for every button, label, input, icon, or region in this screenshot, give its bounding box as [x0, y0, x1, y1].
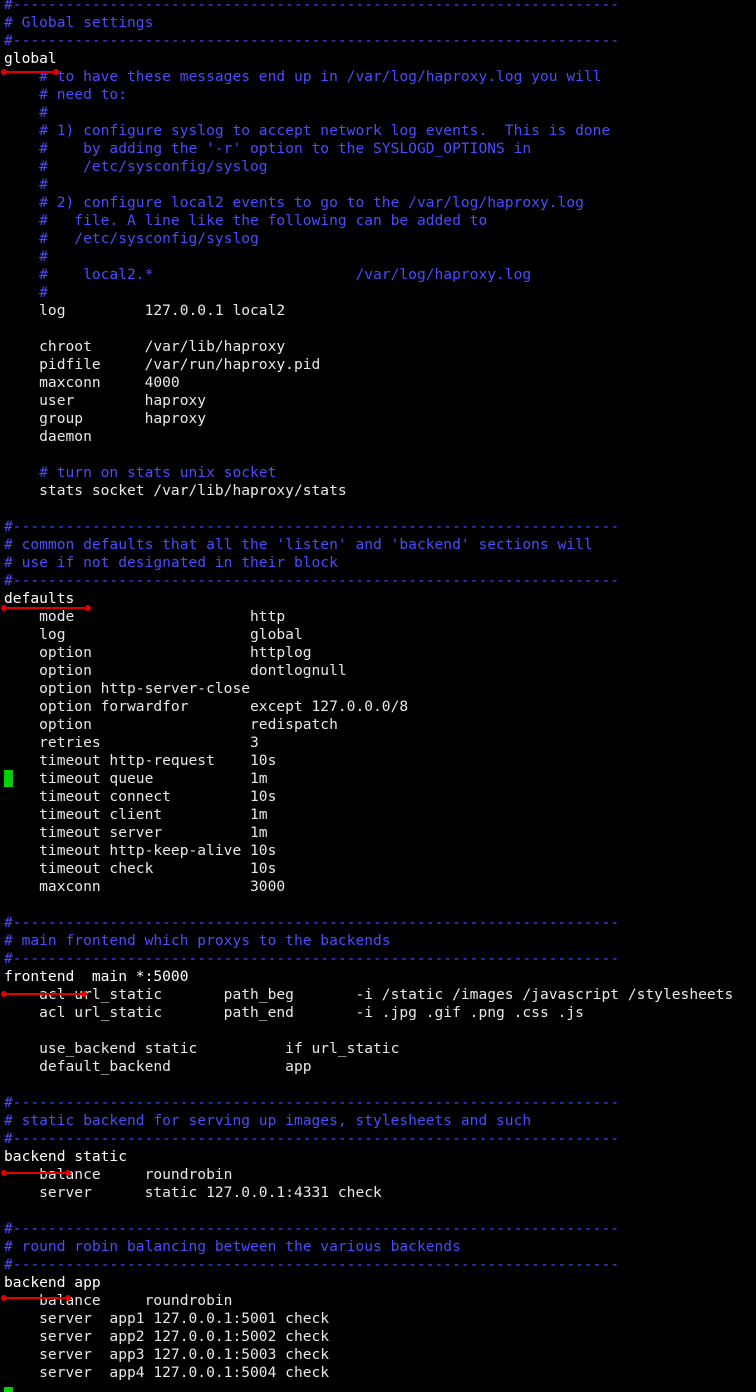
cursor-block: [4, 770, 13, 787]
comment-line: # file. A line like the following can be…: [4, 212, 488, 229]
config-line: mode http: [4, 608, 286, 625]
config-line: use_backend static if url_static: [4, 1040, 400, 1057]
section-header-line: backend static: [4, 1148, 128, 1165]
terminal-text-area[interactable]: #---------------------------------------…: [4, 0, 756, 1382]
comment-line: #: [4, 176, 48, 193]
config-line: timeout client 1m: [4, 806, 268, 823]
config-line: stats socket /var/lib/haproxy/stats: [4, 482, 347, 499]
config-line: option redispatch: [4, 716, 338, 733]
comment-line: #---------------------------------------…: [4, 32, 620, 49]
comment-line: #---------------------------------------…: [4, 0, 620, 13]
comment-line: # common defaults that all the 'listen' …: [4, 536, 593, 553]
config-line: [4, 896, 756, 914]
annotation-underline-defaults: [1, 605, 91, 611]
comment-line: # 1) configure syslog to accept network …: [4, 122, 611, 139]
comment-line: # main frontend which proxys to the back…: [4, 932, 391, 949]
config-line: timeout http-request 10s: [4, 752, 277, 769]
config-line: pidfile /var/run/haproxy.pid: [4, 356, 321, 373]
comment-line: # need to:: [4, 86, 128, 103]
config-line: log global: [4, 626, 303, 643]
config-line: balance roundrobin: [4, 1292, 233, 1309]
config-line: balance roundrobin: [4, 1166, 233, 1183]
config-line: user haproxy: [4, 392, 207, 409]
section-header-line: frontend main *:5000: [4, 968, 189, 985]
config-line: default_backend app: [4, 1058, 312, 1075]
config-line: option httplog: [4, 644, 312, 661]
comment-line: # 2) configure local2 events to go to th…: [4, 194, 584, 211]
comment-line: #: [4, 284, 48, 301]
config-line: [4, 320, 756, 338]
config-line: group haproxy: [4, 410, 207, 427]
config-line: chroot /var/lib/haproxy: [4, 338, 286, 355]
config-line: timeout check 10s: [4, 860, 277, 877]
comment-line: #: [4, 248, 48, 265]
config-line: acl url_static path_end -i .jpg .gif .pn…: [4, 1004, 584, 1021]
config-line: maxconn 3000: [4, 878, 286, 895]
comment-line: # local2.* /var/log/haproxy.log: [4, 266, 532, 283]
comment-line: #---------------------------------------…: [4, 1256, 620, 1273]
comment-line: #---------------------------------------…: [4, 572, 620, 589]
comment-line: #---------------------------------------…: [4, 1130, 620, 1147]
config-line: timeout server 1m: [4, 824, 268, 841]
config-line: [4, 1076, 756, 1094]
comment-line: #---------------------------------------…: [4, 950, 620, 967]
comment-line: # Global settings: [4, 14, 154, 31]
comment-line: #---------------------------------------…: [4, 914, 620, 931]
config-line: acl url_static path_beg -i /static /imag…: [4, 986, 734, 1003]
config-line: retries 3: [4, 734, 259, 751]
config-line: daemon: [4, 428, 92, 445]
comment-line: # round robin balancing between the vari…: [4, 1238, 461, 1255]
annotation-underline-frontend: [1, 991, 87, 997]
config-line: server app4 127.0.0.1:5004 check: [4, 1364, 330, 1381]
config-line: [4, 1202, 756, 1220]
cursor-block-bottom: [4, 1387, 13, 1392]
config-line: option forwardfor except 127.0.0.0/8: [4, 698, 409, 715]
comment-line: # /etc/sysconfig/syslog: [4, 158, 268, 175]
comment-line: #---------------------------------------…: [4, 1094, 620, 1111]
config-line: [4, 1022, 756, 1040]
comment-line: #---------------------------------------…: [4, 518, 620, 535]
config-line: timeout connect 10s: [4, 788, 277, 805]
config-line: timeout queue 1m: [4, 770, 268, 787]
config-line: option dontlognull: [4, 662, 347, 679]
comment-line: #: [4, 104, 48, 121]
config-line: timeout http-keep-alive 10s: [4, 842, 277, 859]
config-line: log 127.0.0.1 local2: [4, 302, 286, 319]
config-line: maxconn 4000: [4, 374, 180, 391]
comment-line: # turn on stats unix socket: [4, 464, 277, 481]
config-line: option http-server-close: [4, 680, 251, 697]
comment-line: # static backend for serving up images, …: [4, 1112, 532, 1129]
config-line: server app2 127.0.0.1:5002 check: [4, 1328, 330, 1345]
section-header-line: global: [4, 50, 57, 67]
annotation-underline-backend-static: [1, 1170, 71, 1176]
annotation-underline-backend-app: [1, 1295, 71, 1301]
config-line: server app3 127.0.0.1:5003 check: [4, 1346, 330, 1363]
comment-line: # to have these messages end up in /var/…: [4, 68, 602, 85]
config-line: [4, 500, 756, 518]
config-line: server app1 127.0.0.1:5001 check: [4, 1310, 330, 1327]
comment-line: # by adding the '-r' option to the SYSLO…: [4, 140, 532, 157]
config-line: server static 127.0.0.1:4331 check: [4, 1184, 382, 1201]
config-line: [4, 446, 756, 464]
section-header-line: defaults: [4, 590, 75, 607]
comment-line: # /etc/sysconfig/syslog: [4, 230, 259, 247]
annotation-underline-global: [1, 69, 59, 75]
section-header-line: backend app: [4, 1274, 101, 1291]
comment-line: # use if not designated in their block: [4, 554, 338, 571]
comment-line: #---------------------------------------…: [4, 1220, 620, 1237]
